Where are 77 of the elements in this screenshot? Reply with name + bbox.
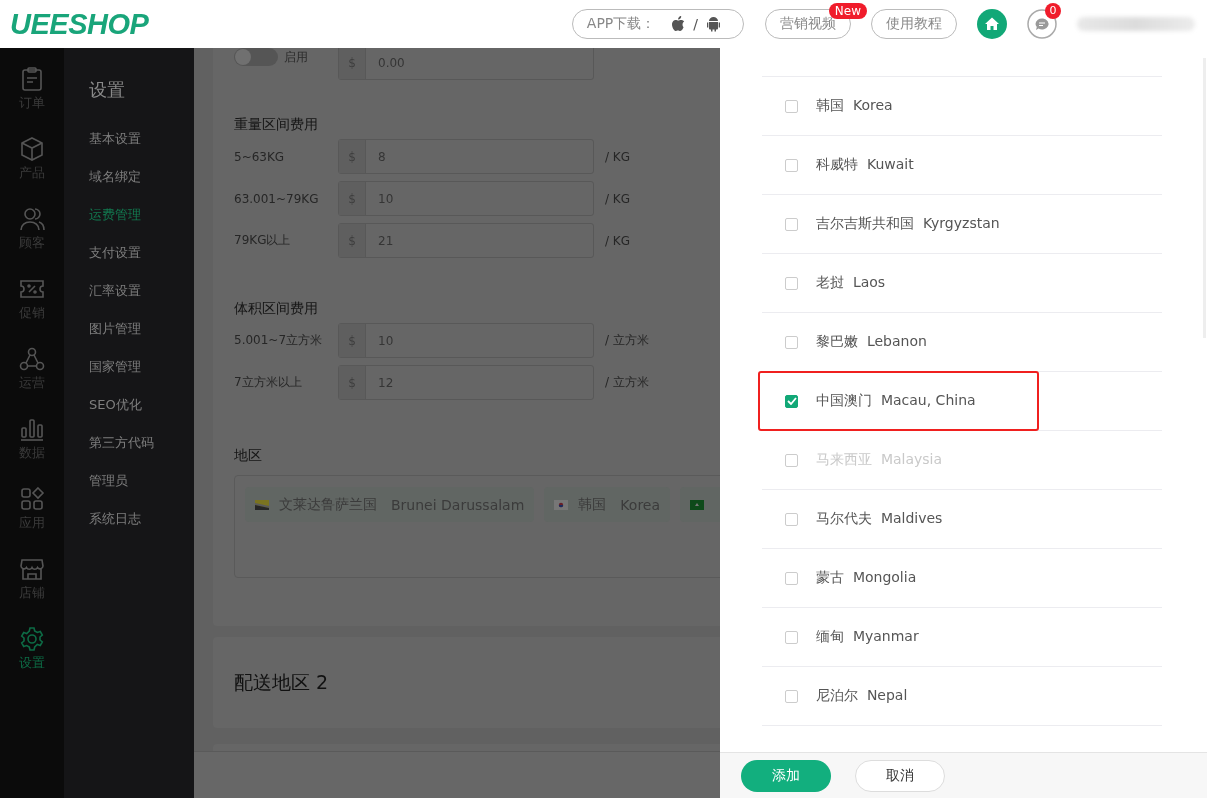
country-option[interactable]: 尼泊尔 Nepal [762, 667, 1162, 725]
checkbox[interactable] [785, 630, 798, 644]
checkbox[interactable] [785, 276, 798, 290]
submenu-item[interactable]: 运费管理 [89, 196, 194, 234]
flag-icon [255, 499, 269, 510]
home-icon[interactable] [977, 9, 1007, 39]
unit-label: / KG [605, 233, 631, 248]
checkbox[interactable] [785, 394, 798, 408]
checkbox[interactable] [785, 512, 798, 526]
country-name: 马尔代夫 Maldives [816, 510, 943, 528]
submenu-item[interactable]: 图片管理 [89, 310, 194, 348]
submenu-item[interactable]: 支付设置 [89, 234, 194, 272]
header-button[interactable]: 使用教程 [871, 9, 957, 39]
unit-label: / 立方米 [605, 332, 649, 349]
checkbox[interactable] [785, 571, 798, 585]
country-name: 老挝 Laos [816, 274, 886, 292]
country-name: 缅甸 Myanmar [816, 628, 919, 646]
range-label: 63.001~79KG [234, 191, 320, 206]
checkbox[interactable] [785, 689, 798, 703]
range-label: 5~63KG [234, 149, 286, 164]
country-option[interactable]: 缅甸 Myanmar [762, 608, 1162, 666]
country-option[interactable]: 科威特 Kuwait [762, 136, 1162, 194]
submenu-item[interactable]: 基本设置 [89, 120, 194, 158]
flag-icon [690, 499, 705, 510]
country-name: 科威特 Kuwait [816, 156, 914, 174]
cancel-button[interactable]: 取消 [855, 759, 945, 792]
range-label: 5.001~7立方米 [234, 332, 324, 349]
separator: / [693, 16, 698, 32]
section-title: 地区 [234, 447, 263, 463]
checkbox[interactable] [785, 217, 798, 231]
country-name: 黎巴嫩 Lebanon [816, 333, 927, 351]
flag-icon [554, 499, 569, 510]
toggle-switch[interactable] [234, 48, 278, 66]
nodes-icon [19, 346, 45, 372]
section-title: 重量区间费用 [234, 116, 319, 132]
settings-icon [19, 626, 45, 652]
apple-icon[interactable] [671, 16, 686, 32]
country-name: 中国澳门 Macau, China [816, 392, 976, 410]
submenu-item[interactable]: 域名绑定 [89, 158, 194, 196]
store-icon [19, 556, 45, 582]
unit-label: / KG [605, 191, 631, 206]
bar-chart-icon [19, 416, 45, 442]
checkbox[interactable] [785, 335, 798, 349]
country-option[interactable]: 吉尔吉斯共和国 Kyrgyzstan [762, 195, 1162, 253]
country-option[interactable]: 蒙古 Mongolia [762, 549, 1162, 607]
country-name: 吉尔吉斯共和国 Kyrgyzstan [816, 215, 1000, 233]
submenu-item[interactable]: 管理员 [89, 462, 194, 500]
country-option[interactable]: 中国澳门 Macau, China [759, 372, 1038, 430]
app-download-label: APP下载： [586, 15, 656, 33]
grid-icon [19, 486, 45, 512]
submenu-item[interactable]: 汇率设置 [89, 272, 194, 310]
clipboard-icon [19, 66, 45, 92]
country-option[interactable]: 韩国 Korea [762, 77, 1162, 135]
checkbox[interactable] [785, 99, 798, 113]
country-option[interactable]: 黎巴嫩 Lebanon [762, 313, 1162, 371]
country-option[interactable]: 马尔代夫 Maldives [762, 490, 1162, 548]
nav-item[interactable]: 设置 [0, 626, 64, 696]
submenu-item[interactable]: 第三方代码 [89, 424, 194, 462]
country-option[interactable]: 老挝 Laos [762, 254, 1162, 312]
section-title: 体积区间费用 [234, 300, 319, 316]
android-icon[interactable] [706, 16, 721, 32]
add-button[interactable]: 添加 [741, 759, 831, 792]
checkbox[interactable] [785, 158, 798, 172]
submenu-item[interactable]: 国家管理 [89, 348, 194, 386]
country-name: 尼泊尔 Nepal [816, 687, 908, 705]
person-icon [19, 206, 45, 232]
message-count-badge: 0 [1045, 3, 1061, 19]
submenu-item[interactable]: SEO优化 [89, 386, 194, 424]
logo: UEESHOP [10, 7, 149, 41]
submenu-title: 设置 [89, 78, 126, 102]
box-icon [19, 136, 45, 162]
unit-label: / 立方米 [605, 374, 649, 391]
zone-title: 配送地区 2 [234, 669, 329, 695]
country-name: 蒙古 Mongolia [816, 569, 917, 587]
unit-label: / KG [605, 149, 631, 164]
submenu-item[interactable]: 系统日志 [89, 500, 194, 538]
country-name: 韩国 Korea [816, 97, 893, 115]
